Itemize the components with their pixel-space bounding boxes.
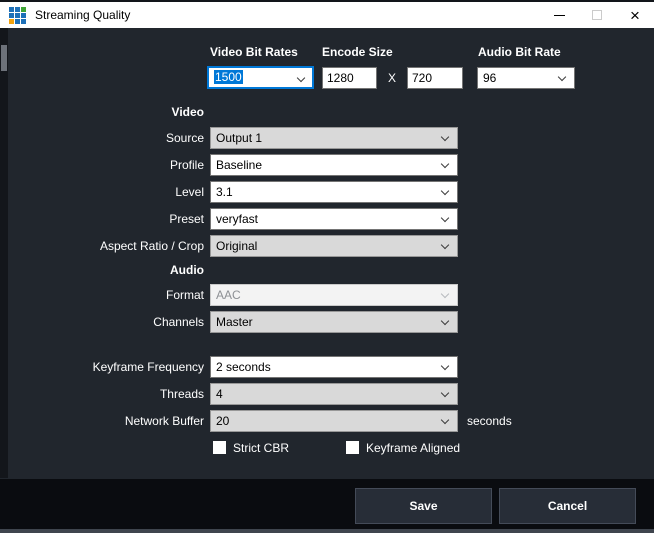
minimize-icon <box>553 14 565 16</box>
maximize-button <box>578 2 616 28</box>
video-section-header: Video <box>171 105 204 119</box>
chevron-down-icon <box>440 289 450 299</box>
threads-combobox[interactable]: 4 <box>210 383 458 405</box>
profile-value: Baseline <box>216 158 263 172</box>
keyframe-aligned-label[interactable]: Keyframe Aligned <box>366 441 460 455</box>
save-button[interactable]: Save <box>355 488 492 524</box>
format-value: AAC <box>216 288 241 302</box>
left-scrollbar-thumb[interactable] <box>1 45 7 71</box>
chevron-down-icon <box>440 213 450 223</box>
video-bit-rate-combobox[interactable]: 1500 <box>207 66 314 89</box>
aspect-ratio-crop-value: Original <box>216 239 258 253</box>
preset-value: veryfast <box>216 212 259 226</box>
keyframe-frequency-value: 2 seconds <box>216 360 271 374</box>
chevron-down-icon <box>440 240 450 250</box>
video-bit-rate-value: 1500 <box>214 70 243 84</box>
chevron-down-icon <box>440 388 450 398</box>
chevron-down-icon <box>296 73 306 83</box>
profile-combobox[interactable]: Baseline <box>210 154 458 176</box>
keyframe-frequency-combobox[interactable]: 2 seconds <box>210 356 458 378</box>
chevron-down-icon <box>440 316 450 326</box>
threads-label: Threads <box>159 387 204 401</box>
chevron-down-icon <box>557 72 567 82</box>
threads-value: 4 <box>216 387 223 401</box>
keyframe-aligned-checkbox[interactable] <box>346 441 359 454</box>
channels-value: Master <box>216 315 253 329</box>
encode-size-separator: X <box>388 71 397 85</box>
aspect-ratio-crop-combobox[interactable]: Original <box>210 235 458 257</box>
audio-bit-rate-value: 96 <box>483 71 497 85</box>
strict-cbr-label[interactable]: Strict CBR <box>233 441 289 455</box>
format-combobox: AAC <box>210 284 458 306</box>
profile-label: Profile <box>169 158 204 172</box>
channels-combobox[interactable]: Master <box>210 311 458 333</box>
network-buffer-value: 20 <box>216 414 230 428</box>
aspect-ratio-crop-label: Aspect Ratio / Crop <box>99 239 204 253</box>
close-icon: × <box>630 5 640 25</box>
network-buffer-units: seconds <box>467 414 512 428</box>
source-label: Source <box>165 131 204 145</box>
close-button[interactable]: × <box>616 2 654 28</box>
format-label: Format <box>165 288 204 302</box>
source-value: Output 1 <box>216 131 263 145</box>
level-label: Level <box>175 185 204 199</box>
vmix-grid-icon <box>9 6 26 24</box>
chevron-down-icon <box>440 159 450 169</box>
audio-section-header: Audio <box>170 263 204 277</box>
preset-label: Preset <box>169 212 204 226</box>
channels-label: Channels <box>153 315 204 329</box>
level-value: 3.1 <box>216 185 233 199</box>
window-controls: × <box>540 2 654 28</box>
chevron-down-icon <box>440 361 450 371</box>
level-combobox[interactable]: 3.1 <box>210 181 458 203</box>
title-bar: Streaming Quality × <box>0 2 654 28</box>
preset-combobox[interactable]: veryfast <box>210 208 458 230</box>
window-title: Streaming Quality <box>35 8 131 22</box>
encode-size-header: Encode Size <box>322 45 393 59</box>
audio-bit-rate-header: Audio Bit Rate <box>478 45 561 59</box>
audio-bit-rate-combobox[interactable]: 96 <box>477 67 575 89</box>
chevron-down-icon <box>440 415 450 425</box>
keyframe-frequency-label: Keyframe Frequency <box>92 360 204 374</box>
strict-cbr-checkbox[interactable] <box>213 441 226 454</box>
source-combobox[interactable]: Output 1 <box>210 127 458 149</box>
encode-height-field[interactable] <box>407 67 463 89</box>
network-buffer-combobox[interactable]: 20 <box>210 410 458 432</box>
maximize-icon <box>592 10 602 20</box>
chevron-down-icon <box>440 186 450 196</box>
encode-width-field[interactable] <box>322 67 377 89</box>
minimize-button[interactable] <box>540 2 578 28</box>
window-bottom-edge <box>0 529 654 533</box>
network-buffer-label: Network Buffer <box>124 414 204 428</box>
streaming-quality-dialog: Streaming Quality × Video Bit Rates Enco… <box>0 0 654 533</box>
cancel-button[interactable]: Cancel <box>499 488 636 524</box>
chevron-down-icon <box>440 132 450 142</box>
video-bit-rates-header: Video Bit Rates <box>210 45 298 59</box>
